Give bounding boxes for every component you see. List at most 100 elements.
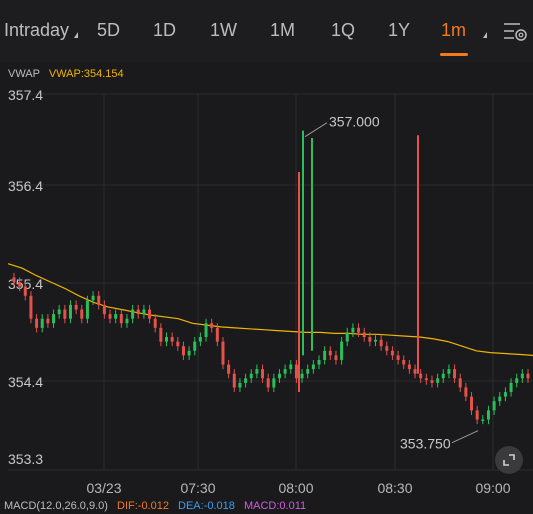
candle-body [46,318,50,324]
tab-1w[interactable]: 1W [210,20,237,41]
candlesticks [12,272,530,425]
candle-body [503,392,507,397]
chart-grid [8,93,533,471]
y-tick-label: 355.4 [8,276,43,292]
candle-body [215,327,219,342]
x-tick-label: 03/23 [86,480,121,496]
candle-body [447,369,451,374]
high-price-label: 357.000 [329,114,380,130]
settings-sliders-icon[interactable] [502,18,528,44]
y-tick-label: 357.4 [8,87,43,103]
candle-body [306,369,310,374]
tab-1d[interactable]: 1D [153,20,176,41]
candle-body [108,314,112,319]
candle-body [255,369,259,374]
candle-body [91,295,95,301]
candle-body [277,373,281,379]
candle-body [57,309,61,315]
candle-body [153,318,157,328]
tab-1y[interactable]: 1Y [388,20,410,41]
macd-value: MACD:0.011 [243,500,307,512]
candle-body [18,282,22,287]
macd-params: MACD(12.0,26.0,9.0) [4,500,108,512]
candle-body [413,369,417,374]
candle-body [23,286,27,296]
vwap-series-line [7,263,533,356]
candle-body [165,337,169,342]
candle-body [125,318,129,324]
vwap-indicator-row[interactable]: VWAP VWAP:354.154 [8,68,124,80]
candle-body [498,396,502,402]
candle-body [526,373,530,379]
candle-body [340,341,344,360]
candle-body [198,337,202,342]
candle-body [419,373,423,379]
x-tick-label: 08:30 [377,480,412,496]
candle-body [12,277,16,282]
candle-body [266,378,270,388]
candle-body [357,327,361,333]
intraday-caret-icon[interactable] [74,32,78,38]
vwap-label: VWAP [8,68,40,80]
candle-body [244,378,248,383]
y-tick-label: 354.4 [8,374,43,390]
candle-body [430,380,434,383]
candle-body [294,364,298,379]
x-tick-label: 07:30 [180,480,215,496]
candle-body [136,309,140,315]
candle-body [35,318,39,328]
candle-body [402,359,406,365]
candle-body [458,378,462,388]
candle-body [272,378,276,388]
candle-body [97,295,101,305]
tab-1m-minute[interactable]: 1m [441,20,466,41]
period-tab-bar: Intraday 5D 1D 1W 1M 1Q 1Y 1m [0,0,533,62]
candle-body [52,314,56,324]
x-axis-labels: 03/23 07:30 08:00 08:30 09:00 [86,480,510,496]
candle-body [368,337,372,342]
candle-body [114,314,118,319]
tab-intraday[interactable]: Intraday [4,20,69,41]
tab-1q[interactable]: 1Q [331,20,355,41]
x-tick-label: 09:00 [475,480,510,496]
candle-body [193,341,197,351]
spike-candles [298,130,419,393]
vwap-value: VWAP:354.154 [48,68,124,80]
macd-dif: DIF:-0.012 [117,500,169,512]
candle-body [351,327,355,333]
expand-chart-button[interactable] [495,446,523,474]
vwap-line [7,263,533,356]
candle-body [424,378,428,381]
candle-body [362,332,366,338]
candle-body [68,304,72,319]
candle-body [515,378,519,383]
price-annotations: 357.000 353.750 [304,114,479,452]
tab-5d[interactable]: 5D [97,20,120,41]
candle-body [317,359,321,365]
candle-body [63,309,67,319]
candle-body [470,396,474,411]
candle-body [328,350,332,356]
candle-body [170,337,174,342]
candle-body [261,369,265,379]
candle-body [407,364,411,370]
candle-body [119,314,123,324]
candle-body [131,309,135,319]
minute-caret-icon[interactable] [483,32,487,38]
candle-body [232,373,236,388]
candle-body [85,300,89,319]
candle-body [289,364,293,370]
candle-body [436,378,440,383]
candle-body [176,341,180,347]
high-leader-line [304,122,328,138]
x-tick-label: 08:00 [278,480,313,496]
tab-1m-month[interactable]: 1M [270,20,295,41]
candle-body [441,373,445,379]
candle-body [334,355,338,360]
macd-indicator-row[interactable]: MACD(12.0,26.0,9.0) DIF:-0.012 DEA:-0.01… [4,500,312,512]
candle-body [227,364,231,374]
candle-body [142,309,146,315]
macd-dea: DEA:-0.018 [178,500,235,512]
candle-body [520,373,524,379]
candle-body [187,350,191,356]
